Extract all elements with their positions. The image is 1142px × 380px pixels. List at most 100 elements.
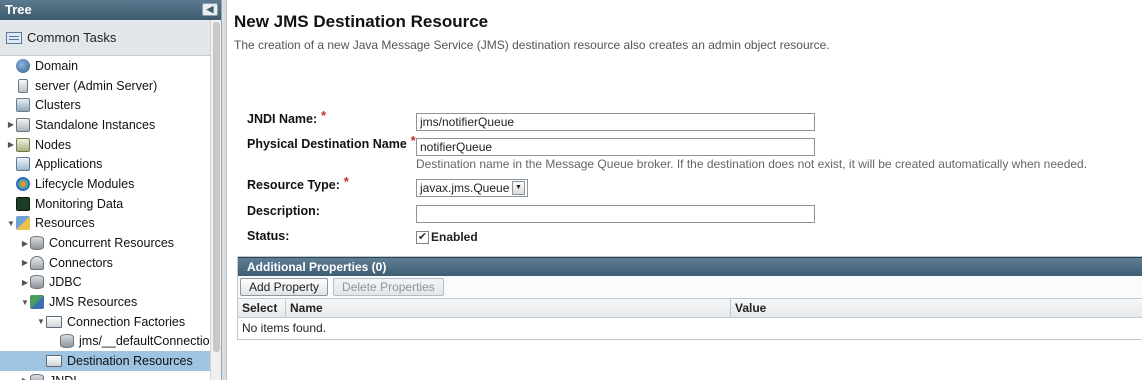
monitor-icon <box>16 196 30 211</box>
resource-type-value: javax.jms.Queue <box>420 181 510 195</box>
tree-header: Tree ◀ <box>0 0 221 20</box>
status-label: Status: <box>247 229 290 243</box>
physical-destination-field[interactable] <box>416 138 815 156</box>
tree-item-label: Nodes <box>35 137 72 152</box>
tree-item-label: Applications <box>35 157 103 172</box>
tree-item-label: jms/__defaultConnectionFactory <box>79 334 221 349</box>
tree-title: Tree <box>5 2 32 17</box>
description-label: Description: <box>247 204 320 218</box>
navigation-tree-pane: Tree ◀ Common Tasks Domain server (Admin … <box>0 0 222 380</box>
required-marker: * <box>343 175 349 189</box>
tree-scrollbar-thumb[interactable] <box>213 22 220 352</box>
tree-item-jdbc[interactable]: ▶ JDBC <box>0 273 210 293</box>
resource-type-select[interactable]: javax.jms.Queue ▼ <box>416 179 528 197</box>
tree-item-label: Standalone Instances <box>35 117 156 132</box>
tree-item-domain[interactable]: Domain <box>0 56 210 76</box>
jms-icon <box>30 295 44 310</box>
additional-properties-header: Additional Properties (0) <box>238 257 1142 276</box>
tree-item-label: Monitoring Data <box>35 196 124 211</box>
expanded-arrow-icon[interactable]: ▼ <box>20 298 30 307</box>
resource-type-label-text: Resource Type: <box>247 178 340 192</box>
tree-scrollbar[interactable] <box>210 20 221 380</box>
additional-properties-table: Additional Properties (0) Add Property D… <box>237 256 1142 340</box>
tree-item-label: Lifecycle Modules <box>35 176 135 191</box>
tree-item-applications[interactable]: Applications <box>0 154 210 174</box>
tree-item-concurrent-resources[interactable]: ▶ Concurrent Resources <box>0 233 210 253</box>
tree-item-label: Resources <box>35 216 95 231</box>
tree-item-nodes[interactable]: ▶ Nodes <box>0 135 210 155</box>
folder-icon <box>46 355 62 368</box>
tree-item-label: Connectors <box>49 255 113 270</box>
nodes-icon <box>16 137 30 152</box>
database-icon <box>60 334 74 349</box>
domain-icon <box>16 58 30 73</box>
expanded-arrow-icon[interactable]: ▼ <box>36 317 46 326</box>
connectors-icon <box>30 255 44 270</box>
page-description: The creation of a new Java Message Servi… <box>234 38 830 52</box>
tree-item-label: server (Admin Server) <box>35 78 158 93</box>
tree-item-jms-defaultconnectionfactory[interactable]: jms/__defaultConnectionFactory <box>0 332 221 352</box>
tree-item-clusters[interactable]: Clusters <box>0 95 210 115</box>
tree-item-label: Domain <box>35 58 79 73</box>
resource-type-label: Resource Type: * <box>247 175 349 192</box>
collapsed-arrow-icon[interactable]: ▶ <box>6 120 16 129</box>
empty-table-message: No items found. <box>242 321 327 335</box>
tree-item-jndi[interactable]: ▶ JNDI <box>0 371 210 380</box>
tree-item-label: Destination Resources <box>67 354 193 369</box>
tree-item-destination-resources[interactable]: Destination Resources <box>0 351 210 371</box>
enabled-checkbox-label: Enabled <box>431 230 478 244</box>
column-header-name[interactable]: Name <box>286 299 731 317</box>
jndi-name-label: JNDI Name: * <box>247 109 327 126</box>
delete-properties-button[interactable]: Delete Properties <box>333 278 444 296</box>
required-marker: * <box>321 109 327 123</box>
collapsed-arrow-icon[interactable]: ▶ <box>20 258 30 267</box>
jndi-name-field[interactable] <box>416 113 815 131</box>
common-tasks-item[interactable]: Common Tasks <box>0 20 221 56</box>
clusters-icon <box>16 98 30 113</box>
collapsed-arrow-icon[interactable]: ▶ <box>20 376 30 380</box>
tree-item-resources[interactable]: ▼ Resources <box>0 214 210 234</box>
tree-item-jms-resources[interactable]: ▼ JMS Resources <box>0 292 210 312</box>
collapsed-arrow-icon[interactable]: ▶ <box>6 140 16 149</box>
tree-item-server-admin-server[interactable]: server (Admin Server) <box>0 76 210 96</box>
database-icon <box>30 236 44 251</box>
tree-item-connectors[interactable]: ▶ Connectors <box>0 253 210 273</box>
required-marker: * <box>410 134 416 148</box>
tree-item-label: Concurrent Resources <box>49 236 175 251</box>
expanded-arrow-icon[interactable]: ▼ <box>6 219 16 228</box>
resources-icon <box>16 216 30 231</box>
enabled-checkbox[interactable]: ✔ Enabled <box>416 230 478 244</box>
server-icon <box>18 78 28 93</box>
page-title: New JMS Destination Resource <box>234 12 489 31</box>
admin-console: Tree ◀ Common Tasks Domain server (Admin … <box>0 0 1142 380</box>
collapsed-arrow-icon[interactable]: ▶ <box>20 239 30 248</box>
database-icon <box>30 373 44 380</box>
pane-splitter[interactable] <box>222 0 227 380</box>
chevron-down-icon[interactable]: ▼ <box>512 181 525 195</box>
physical-destination-label-text: Physical Destination Name <box>247 137 407 151</box>
tree-item-monitoring-data[interactable]: Monitoring Data <box>0 194 210 214</box>
column-header-value[interactable]: Value <box>731 299 1142 317</box>
tasks-icon <box>6 31 22 44</box>
properties-toolbar: Add Property Delete Properties <box>238 276 1142 298</box>
column-header-select[interactable]: Select <box>238 299 286 317</box>
tree-item-lifecycle-modules[interactable]: Lifecycle Modules <box>0 174 210 194</box>
add-property-button[interactable]: Add Property <box>240 278 329 296</box>
tree-item-standalone-instances[interactable]: ▶ Standalone Instances <box>0 115 210 135</box>
tree-item-connection-factories[interactable]: ▼ Connection Factories <box>0 312 210 332</box>
tree-item-label: Connection Factories <box>67 314 186 329</box>
physical-destination-help: Destination name in the Message Queue br… <box>416 157 1088 171</box>
applications-icon <box>16 157 30 172</box>
checkmark-icon[interactable]: ✔ <box>416 230 429 244</box>
collapse-tree-button[interactable]: ◀ <box>202 3 218 16</box>
folder-icon <box>46 315 62 328</box>
tree-item-label: JDBC <box>49 275 82 290</box>
collapsed-arrow-icon[interactable]: ▶ <box>20 278 30 287</box>
chevron-left-icon: ◀ <box>206 4 214 14</box>
description-field[interactable] <box>416 205 815 223</box>
instances-icon <box>16 117 30 132</box>
database-icon <box>30 275 44 290</box>
tree-list: Domain server (Admin Server) Clusters ▶ Stan… <box>0 56 221 380</box>
jndi-name-label-text: JNDI Name: <box>247 112 318 126</box>
lifecycle-icon <box>16 176 30 191</box>
